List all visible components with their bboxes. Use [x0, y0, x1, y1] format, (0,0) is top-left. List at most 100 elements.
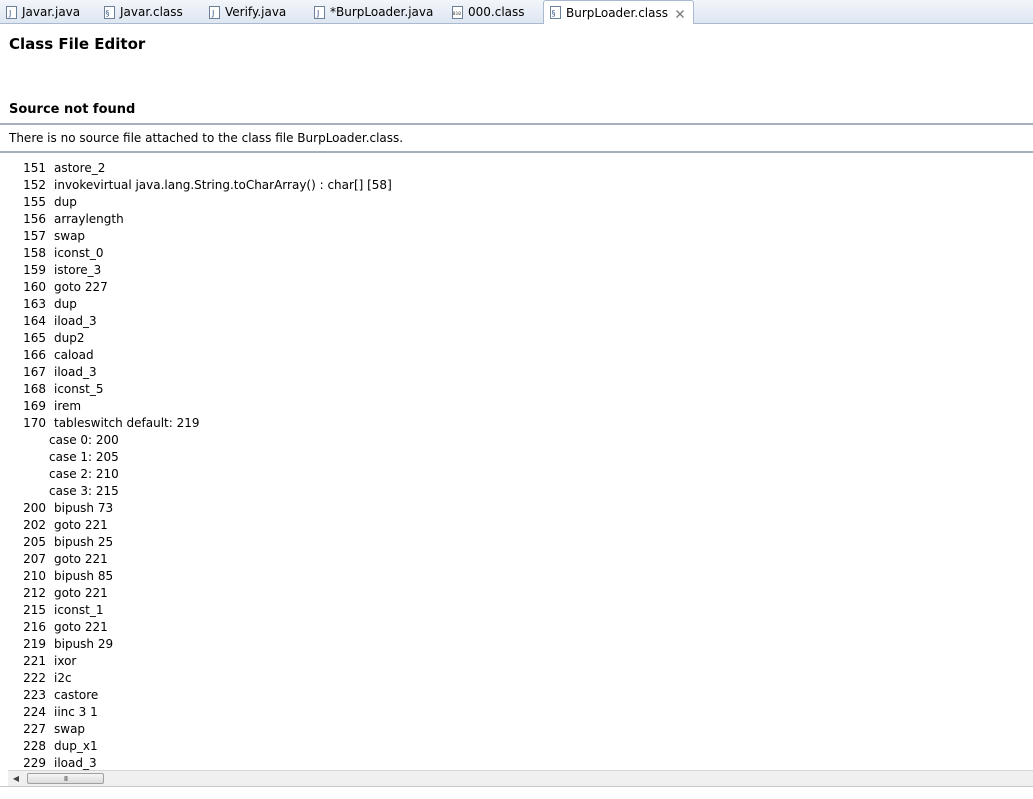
bytecode-line: 215 iconst_1 — [0, 602, 1033, 619]
bytecode-line: 202 goto 221 — [0, 517, 1033, 534]
bytecode-offset: 157 — [23, 229, 46, 243]
bytecode-offset: 229 — [23, 756, 46, 770]
bytecode-line: 157 swap — [0, 228, 1033, 245]
bytecode-line: 223 castore — [0, 687, 1033, 704]
bytecode-line: 152 invokevirtual java.lang.String.toChar… — [0, 177, 1033, 194]
bytecode-instruction: bipush 29 — [54, 637, 114, 651]
bytecode-offset: 212 — [23, 586, 46, 600]
svg-text:010: 010 — [453, 11, 461, 17]
tableswitch-case: case 2: 210 — [49, 467, 119, 481]
tab-burploader-java[interactable]: J *BurpLoader.java — [314, 0, 433, 24]
bytecode-line: 207 goto 221 — [0, 551, 1033, 568]
bytecode-offset: 223 — [23, 688, 46, 702]
svg-text:J: J — [316, 9, 319, 18]
bytecode-line: 229 iload_3 — [0, 755, 1033, 770]
java-file-icon: J — [209, 5, 220, 19]
bytecode-offset: 222 — [23, 671, 46, 685]
tab-javar-class[interactable]: § Javar.class — [104, 0, 183, 24]
bytecode-instruction: astore_2 — [54, 161, 106, 175]
bytecode-offset: 163 — [23, 297, 46, 311]
bytecode-offset: 158 — [23, 246, 46, 260]
bytecode-line: case 1: 205 — [0, 449, 1033, 466]
bytecode-instruction: iload_3 — [54, 756, 97, 770]
bytecode-instruction: iload_3 — [54, 314, 97, 328]
svg-text:§: § — [552, 9, 556, 18]
bytecode-offset: 221 — [23, 654, 46, 668]
bytecode-instruction: i2c — [54, 671, 72, 685]
bytecode-instruction: ixor — [54, 654, 77, 668]
bytecode-instruction: goto 227 — [54, 280, 108, 294]
bytecode-offset: 165 — [23, 331, 46, 345]
tab-label: BurpLoader.class — [566, 5, 668, 20]
bytecode-offset: 219 — [23, 637, 46, 651]
bytecode-line: 212 goto 221 — [0, 585, 1033, 602]
section-title: Source not found — [9, 102, 136, 117]
tab-label: Javar.java — [22, 5, 81, 19]
tab-label: Javar.class — [120, 5, 183, 19]
java-file-icon: J — [314, 5, 325, 19]
bytecode-offset: 224 — [23, 705, 46, 719]
bytecode-line: 228 dup_x1 — [0, 738, 1033, 755]
tab-javar-java[interactable]: J Javar.java — [6, 0, 80, 24]
tableswitch-case: case 1: 205 — [49, 450, 119, 464]
bytecode-instruction: dup_x1 — [54, 739, 98, 753]
bytecode-instruction: tableswitch default: 219 — [54, 416, 200, 430]
bytecode-instruction: iconst_0 — [54, 246, 104, 260]
bytecode-instruction: arraylength — [54, 212, 124, 226]
horizontal-scrollbar[interactable]: ◀ III — [8, 770, 1033, 786]
scrollbar-thumb[interactable]: III — [27, 773, 104, 784]
bytecode-line: 163 dup — [0, 296, 1033, 313]
bytecode-line: 224 iinc 3 1 — [0, 704, 1033, 721]
divider — [0, 151, 1033, 153]
bytecode-line: 151 astore_2 — [0, 160, 1033, 177]
bytecode-line: 166 caload — [0, 347, 1033, 364]
bytecode-instruction: iconst_5 — [54, 382, 104, 396]
bytecode-offset: 151 — [23, 161, 46, 175]
bytecode-instruction: dup — [54, 195, 77, 209]
bytecode-line: 169 irem — [0, 398, 1033, 415]
bytecode-offset: 227 — [23, 722, 46, 736]
tab-000-class[interactable]: 010 000.class — [452, 0, 525, 24]
bytecode-instruction: goto 221 — [54, 620, 108, 634]
bytecode-instruction: castore — [54, 688, 99, 702]
bytecode-line: 155 dup — [0, 194, 1033, 211]
editor-title: Class File Editor — [9, 35, 146, 53]
scroll-left-arrow-icon[interactable]: ◀ — [8, 771, 24, 786]
bytecode-offset: 156 — [23, 212, 46, 226]
bytecode-instruction: dup — [54, 297, 77, 311]
bytecode-instruction: iload_3 — [54, 365, 97, 379]
bytecode-offset: 202 — [23, 518, 46, 532]
bytecode-line: 156 arraylength — [0, 211, 1033, 228]
tab-label: *BurpLoader.java — [330, 5, 434, 19]
bytecode-instruction: swap — [54, 229, 86, 243]
svg-text:J: J — [8, 9, 11, 18]
bytecode-line: 167 iload_3 — [0, 364, 1033, 381]
close-icon[interactable] — [675, 8, 685, 18]
bytecode-line: 165 dup2 — [0, 330, 1033, 347]
bytecode-offset: 166 — [23, 348, 46, 362]
bytecode-line: 164 iload_3 — [0, 313, 1033, 330]
bytecode-offset: 160 — [23, 280, 46, 294]
bytecode-line: 222 i2c — [0, 670, 1033, 687]
bytecode-listing: 151 astore_2 152 invokevirtual java.lang.St… — [0, 160, 1033, 770]
bytecode-offset: 167 — [23, 365, 46, 379]
bytecode-instruction: istore_3 — [54, 263, 102, 277]
bytecode-line: 158 iconst_0 — [0, 245, 1033, 262]
bytecode-offset: 207 — [23, 552, 46, 566]
editor-bottom-edge — [0, 786, 1033, 799]
tab-label: 000.class — [468, 5, 525, 19]
tableswitch-case: case 3: 215 — [49, 484, 119, 498]
bytecode-offset: 205 — [23, 535, 46, 549]
bytecode-instruction: bipush 85 — [54, 569, 114, 583]
bytecode-offset: 152 — [23, 178, 46, 192]
tab-verify-java[interactable]: J Verify.java — [209, 0, 286, 24]
tab-label: Verify.java — [225, 5, 287, 19]
bytecode-offset: 169 — [23, 399, 46, 413]
svg-text:J: J — [211, 9, 214, 18]
tab-burploader-class[interactable]: § BurpLoader.class — [543, 0, 694, 24]
bytecode-line: 159 istore_3 — [0, 262, 1033, 279]
bytecode-instruction: iconst_1 — [54, 603, 104, 617]
bytecode-offset: 159 — [23, 263, 46, 277]
bytecode-line: case 2: 210 — [0, 466, 1033, 483]
bytecode-instruction: goto 221 — [54, 586, 108, 600]
